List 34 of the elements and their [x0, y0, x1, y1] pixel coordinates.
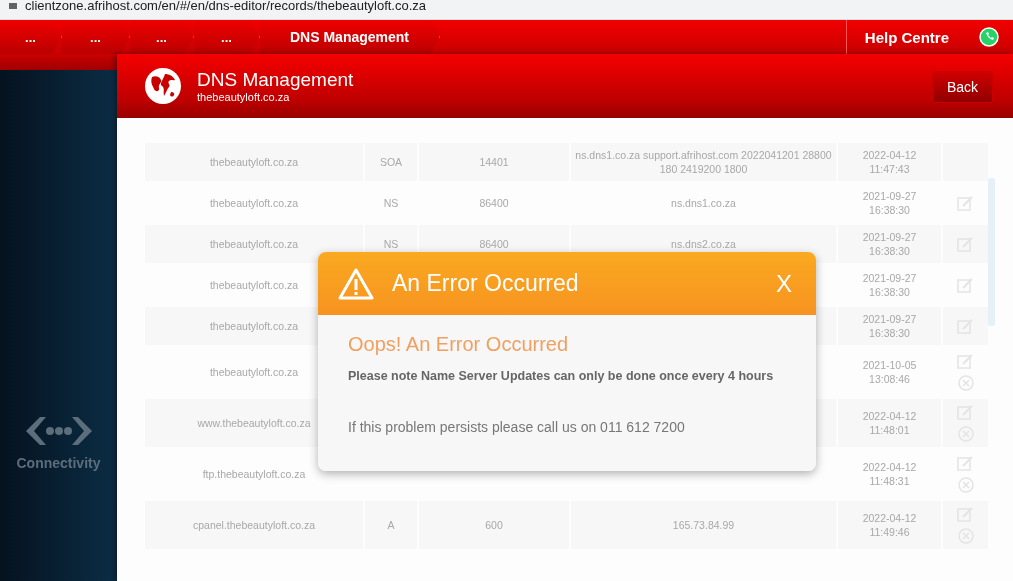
lock-icon [9, 2, 17, 9]
record-type: A [365, 501, 417, 549]
record-type: SOA [365, 143, 417, 181]
breadcrumb-link[interactable]: ... [194, 20, 260, 54]
warning-icon [338, 267, 374, 300]
chat-icon[interactable] [979, 27, 999, 47]
record-date: 2021-09-27 16:38:30 [838, 225, 941, 263]
record-date: 2022-04-12 11:47:43 [838, 143, 941, 181]
panel-subtitle: thebeautyloft.co.za [197, 91, 291, 103]
record-value: 165.73.84.99 [571, 501, 836, 549]
edit-icon[interactable] [957, 353, 974, 369]
edit-icon[interactable] [957, 195, 974, 211]
record-name: thebeautyloft.co.za [145, 143, 363, 181]
record-name: thebeautyloft.co.za [145, 225, 363, 263]
breadcrumb-link[interactable]: DNS Management [260, 20, 440, 54]
delete-icon[interactable] [957, 374, 974, 391]
edit-icon[interactable] [957, 455, 974, 471]
record-date: 2022-04-12 11:49:46 [838, 501, 941, 549]
sidebar-label[interactable]: Connectivity [16, 455, 101, 471]
record-name: cpanel.thebeautyloft.co.za [145, 501, 363, 549]
breadcrumb-link[interactable]: ... [0, 20, 62, 54]
edit-icon[interactable] [957, 277, 974, 293]
delete-icon[interactable] [957, 476, 974, 493]
dialog-title: An Error Occurred [392, 270, 580, 297]
record-ttl: 600 [419, 501, 569, 549]
record-ttl: 14401 [419, 143, 569, 181]
back-button[interactable]: Back [931, 71, 993, 103]
panel-title: DNS Management [197, 69, 355, 91]
record-value: ns.dns1.co.za support.afrihost.com 2022041201 28800 180 2419200 1800 [571, 143, 836, 181]
breadcrumb-link[interactable]: ... [130, 20, 194, 54]
record-date: 2021-09-27 16:38:30 [838, 307, 941, 345]
record-date: 2022-04-12 11:48:01 [838, 399, 941, 447]
globe-icon [143, 66, 183, 106]
breadcrumb-link[interactable]: ... [62, 20, 130, 54]
